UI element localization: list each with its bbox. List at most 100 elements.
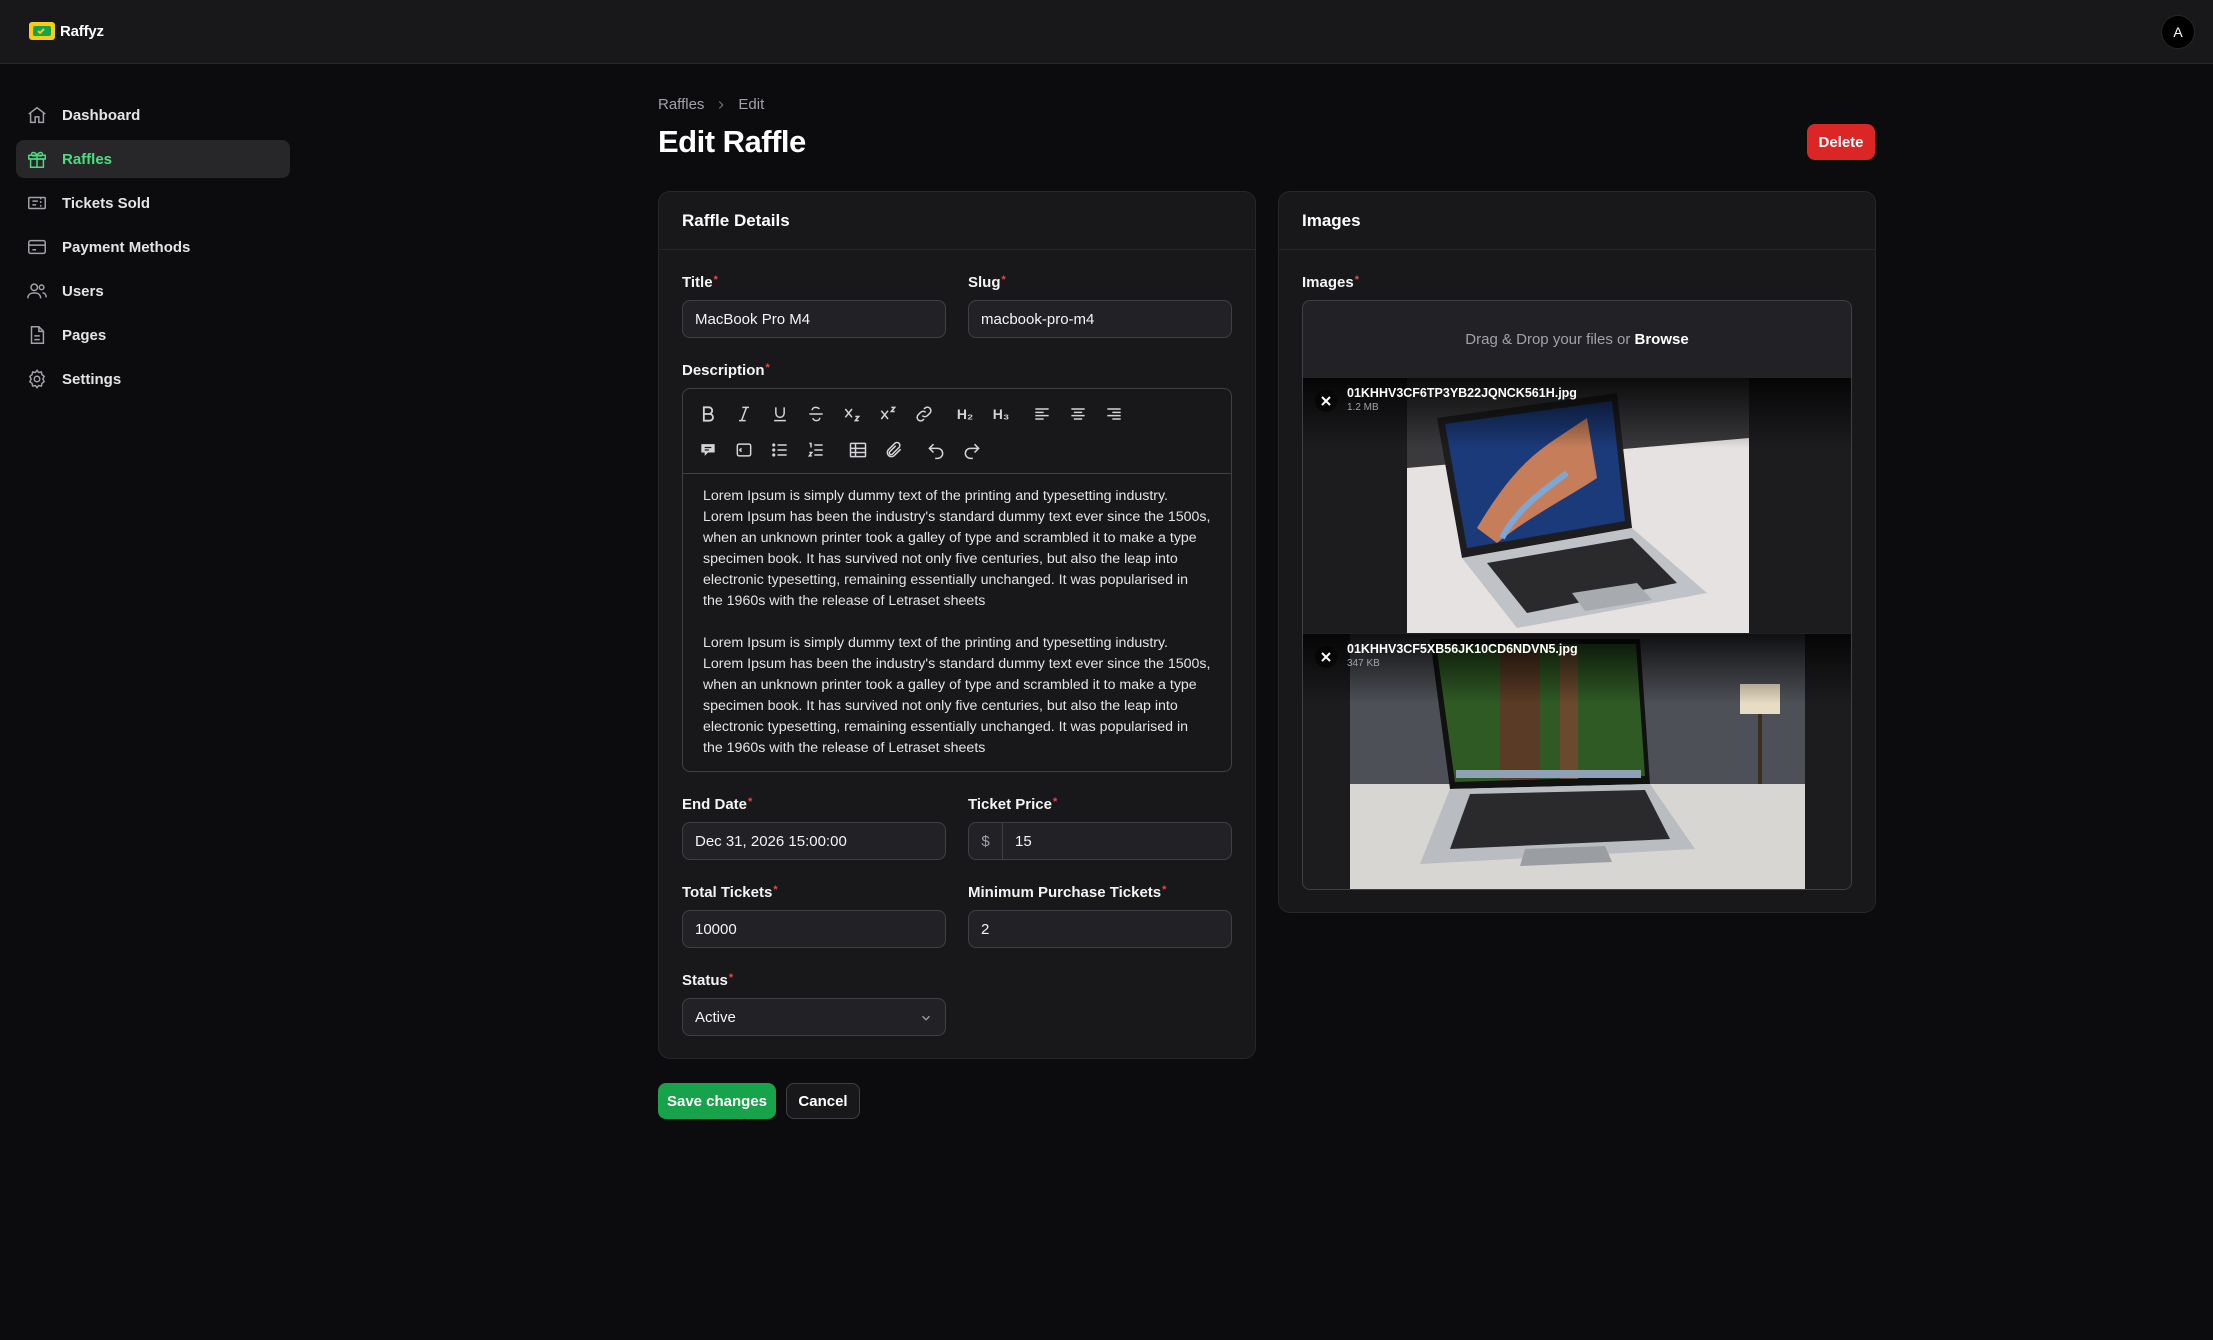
drop-instruction: Drag & Drop your files or xyxy=(1465,331,1631,348)
ticket-icon xyxy=(28,196,46,210)
avatar[interactable]: A xyxy=(2161,15,2195,49)
ticket-price-label: Ticket Price* xyxy=(968,796,1057,813)
ticket-price-input[interactable]: $ 15 xyxy=(968,822,1232,860)
min-purchase-input[interactable]: 2 xyxy=(968,910,1232,948)
total-tickets-label: Total Tickets* xyxy=(682,884,778,901)
file-size: 347 KB xyxy=(1347,658,1380,669)
label-text: Images xyxy=(1302,274,1354,291)
end-date-label: End Date* xyxy=(682,796,752,813)
editor-toolbar: H₂ H₃ xyxy=(683,389,1231,474)
description-label: Description* xyxy=(682,362,770,379)
remove-image-button[interactable] xyxy=(1315,390,1337,412)
title-input[interactable]: MacBook Pro M4 xyxy=(682,300,946,338)
file-name: 01KHHV3CF5XB56JK10CD6NDVN5.jpg xyxy=(1347,642,1578,656)
min-purchase-label: Minimum Purchase Tickets* xyxy=(968,884,1166,901)
label-text: Title xyxy=(682,274,713,291)
label-text: End Date xyxy=(682,796,748,813)
document-icon xyxy=(30,326,45,344)
undo-icon[interactable] xyxy=(924,438,948,462)
attachment-icon[interactable] xyxy=(882,438,906,462)
bullet-list-icon[interactable] xyxy=(768,438,792,462)
currency-prefix: $ xyxy=(969,823,1003,859)
underline-icon[interactable] xyxy=(768,402,792,426)
blockquote-icon[interactable] xyxy=(696,438,720,462)
gift-icon xyxy=(28,151,46,168)
required-mark: * xyxy=(1001,274,1006,286)
align-left-icon[interactable] xyxy=(1030,402,1054,426)
heading-3-button[interactable]: H₃ xyxy=(986,402,1016,426)
align-center-icon[interactable] xyxy=(1066,402,1090,426)
save-changes-button[interactable]: Save changes xyxy=(658,1083,776,1119)
sidebar-item-dashboard[interactable]: Dashboard xyxy=(16,96,290,134)
sidebar-item-pages[interactable]: Pages xyxy=(16,316,290,354)
strikethrough-icon[interactable] xyxy=(804,402,828,426)
required-mark: * xyxy=(748,796,753,808)
sidebar-item-label: Raffles xyxy=(62,150,113,168)
images-label: Images* xyxy=(1302,274,1359,291)
image-dropzone[interactable]: Drag & Drop your files or Browse 01KHHV3… xyxy=(1302,300,1852,890)
rich-text-editor: H₂ H₃ Lorem Ipsum is simply dummy text o… xyxy=(682,388,1232,772)
remove-image-button[interactable] xyxy=(1315,646,1337,668)
users-icon xyxy=(27,283,47,299)
credit-card-icon xyxy=(28,239,46,255)
close-icon xyxy=(1321,652,1331,662)
required-mark: * xyxy=(713,274,718,286)
gear-icon xyxy=(28,369,46,389)
description-paragraph: Lorem Ipsum is simply dummy text of the … xyxy=(703,635,1211,756)
label-text: Status xyxy=(682,972,728,989)
required-mark: * xyxy=(773,884,778,896)
breadcrumb: Raffles Edit xyxy=(658,96,764,113)
ticket-price-value: 15 xyxy=(1015,832,1032,850)
label-text: Description xyxy=(682,362,765,379)
table-icon[interactable] xyxy=(846,438,870,462)
browse-link[interactable]: Browse xyxy=(1635,331,1689,348)
total-tickets-input[interactable]: 10000 xyxy=(682,910,946,948)
slug-label: Slug* xyxy=(968,274,1006,291)
slug-input[interactable]: macbook-pro-m4 xyxy=(968,300,1232,338)
home-icon xyxy=(28,106,46,124)
app-name: Raffyz xyxy=(60,22,104,40)
numbered-list-icon[interactable] xyxy=(804,438,828,462)
cancel-button[interactable]: Cancel xyxy=(786,1083,860,1119)
link-icon[interactable] xyxy=(912,402,936,426)
delete-button[interactable]: Delete xyxy=(1807,124,1875,160)
status-value: Active xyxy=(695,1008,736,1026)
superscript-icon[interactable] xyxy=(876,402,900,426)
italic-icon[interactable] xyxy=(732,402,756,426)
required-mark: * xyxy=(1354,274,1359,286)
sidebar-item-users[interactable]: Users xyxy=(16,272,290,310)
sidebar-item-raffles[interactable]: Raffles xyxy=(16,140,290,178)
breadcrumb-parent[interactable]: Raffles xyxy=(658,96,704,113)
app-logo[interactable]: Raffyz xyxy=(28,19,104,43)
sidebar-item-settings[interactable]: Settings xyxy=(16,360,290,398)
sidebar-item-label: Tickets Sold xyxy=(62,194,151,212)
sidebar-item-label: Users xyxy=(62,282,104,300)
sidebar-item-label: Pages xyxy=(62,326,107,344)
top-bar: Raffyz A xyxy=(0,0,2213,64)
sidebar-item-payment-methods[interactable]: Payment Methods xyxy=(16,228,290,266)
bold-icon[interactable] xyxy=(696,402,720,426)
status-select[interactable]: Active xyxy=(682,998,946,1036)
sidebar-item-label: Payment Methods xyxy=(62,238,191,256)
sidebar-item-label: Dashboard xyxy=(62,106,141,124)
label-text: Slug xyxy=(968,274,1001,291)
editor-content[interactable]: Lorem Ipsum is simply dummy text of the … xyxy=(683,474,1231,759)
sidebar: Dashboard Raffles Tickets Sold Payment M… xyxy=(16,96,290,404)
breadcrumb-current: Edit xyxy=(738,96,765,113)
required-mark: * xyxy=(1052,796,1058,808)
title-label: Title* xyxy=(682,274,718,291)
sidebar-item-tickets-sold[interactable]: Tickets Sold xyxy=(16,184,290,222)
label-text: Ticket Price xyxy=(968,796,1052,813)
required-mark: * xyxy=(1162,884,1167,896)
dropzone-text: Drag & Drop your files or Browse xyxy=(1303,331,1851,348)
image-preview-item: 01KHHV3CF5XB56JK10CD6NDVN5.jpg 347 KB xyxy=(1303,634,1851,889)
subscript-icon[interactable] xyxy=(840,402,864,426)
description-paragraph: Lorem Ipsum is simply dummy text of the … xyxy=(703,488,1211,609)
code-block-icon[interactable] xyxy=(732,438,756,462)
align-right-icon[interactable] xyxy=(1102,402,1126,426)
card-heading: Raffle Details xyxy=(659,192,1255,250)
end-date-input[interactable]: Dec 31, 2026 15:00:00 xyxy=(682,822,946,860)
redo-icon[interactable] xyxy=(960,438,984,462)
page-title: Edit Raffle xyxy=(658,124,806,159)
heading-2-button[interactable]: H₂ xyxy=(950,402,980,426)
